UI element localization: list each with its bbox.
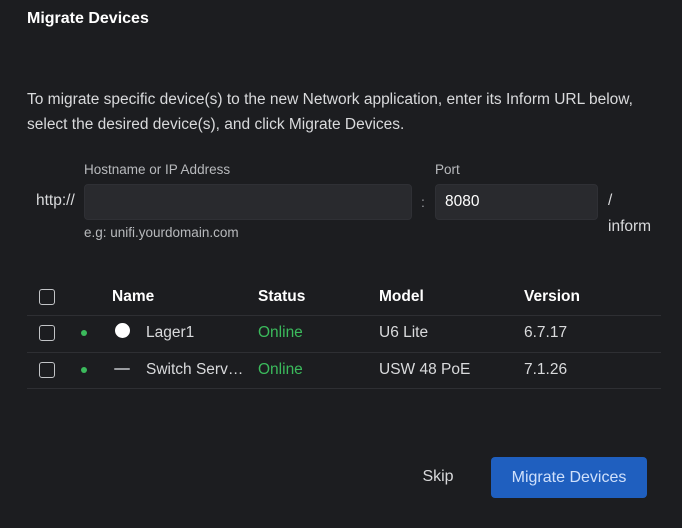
device-status: Online — [258, 361, 303, 378]
table-divider — [27, 315, 661, 316]
row-checkbox[interactable] — [39, 325, 55, 341]
switch-icon — [114, 368, 130, 370]
dialog-title: Migrate Devices — [27, 10, 149, 27]
access-point-icon — [115, 323, 130, 338]
url-suffix-slash: / — [608, 192, 613, 209]
skip-button[interactable]: Skip — [412, 458, 464, 496]
migrate-devices-dialog: Migrate Devices To migrate specific devi… — [0, 0, 682, 528]
device-model: USW 48 PoE — [379, 361, 471, 378]
column-header-model: Model — [379, 288, 424, 305]
hostname-hint: e.g: unifi.yourdomain.com — [84, 225, 239, 240]
port-label: Port — [435, 162, 460, 177]
hostname-label: Hostname or IP Address — [84, 162, 231, 177]
column-header-status: Status — [258, 288, 306, 305]
table-divider — [27, 388, 661, 389]
column-header-version: Version — [524, 288, 580, 305]
device-name: Switch Serv… — [146, 361, 244, 378]
port-input[interactable] — [435, 184, 598, 220]
device-version: 6.7.17 — [524, 324, 568, 341]
migrate-devices-button[interactable]: Migrate Devices — [491, 457, 647, 498]
status-dot-icon — [81, 367, 87, 373]
url-suffix-path: inform — [608, 218, 652, 235]
device-status: Online — [258, 324, 303, 341]
url-prefix: http:// — [36, 192, 75, 209]
select-all-checkbox[interactable] — [39, 289, 55, 305]
device-model: U6 Lite — [379, 324, 429, 341]
status-dot-icon — [81, 330, 87, 336]
device-name: Lager1 — [146, 324, 195, 341]
dialog-description: To migrate specific device(s) to the new… — [27, 91, 633, 133]
table-divider — [27, 352, 661, 353]
port-separator: : — [421, 194, 425, 210]
device-version: 7.1.26 — [524, 361, 568, 378]
column-header-name: Name — [112, 288, 155, 305]
hostname-input[interactable] — [84, 184, 412, 220]
row-checkbox[interactable] — [39, 362, 55, 378]
